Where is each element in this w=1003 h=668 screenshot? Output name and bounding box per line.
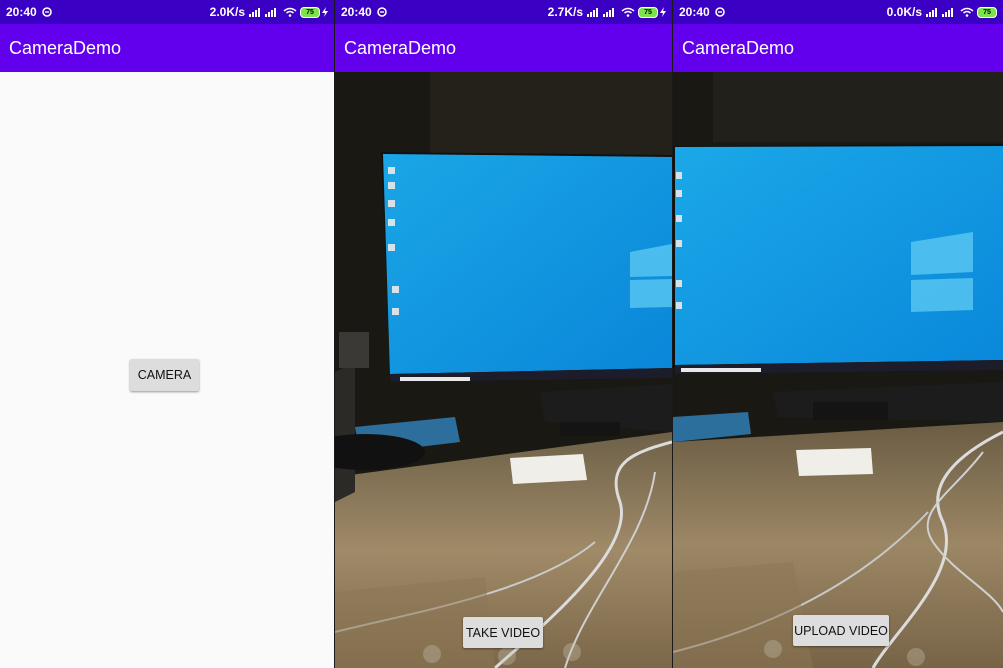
status-bar: 20:40 2.0K/s 75 <box>0 0 334 24</box>
app-bar: CameraDemo <box>0 24 334 72</box>
signal-icon <box>249 8 260 17</box>
status-bar: 20:40 0.0K/s 75 <box>673 0 1003 24</box>
app-bar: CameraDemo <box>673 24 1003 72</box>
camera-preview-image <box>673 72 1003 668</box>
status-time: 20:40 <box>341 5 372 19</box>
app-title: CameraDemo <box>9 37 122 58</box>
battery-indicator: 75 <box>300 6 320 18</box>
wifi-icon <box>960 7 974 17</box>
screen-main: 20:40 2.0K/s 75 CameraDemo CAMERA <box>0 0 334 668</box>
charging-bolt-icon <box>660 7 666 17</box>
signal-icon <box>603 8 614 17</box>
app-bar: CameraDemo <box>335 24 672 72</box>
wifi-icon <box>621 7 635 17</box>
screen-camera-preview: 20:40 2.7K/s 75 CameraDemo TAKE VIDEO <box>335 0 672 668</box>
camera-preview-image <box>335 72 672 668</box>
sync-icon <box>376 7 387 17</box>
main-content: CAMERA <box>0 72 334 668</box>
camera-preview: UPLOAD VIDEO <box>673 72 1003 668</box>
upload-video-button[interactable]: UPLOAD VIDEO <box>793 615 889 646</box>
signal-icon <box>926 8 937 17</box>
network-speed: 2.7K/s <box>547 5 583 19</box>
sync-icon <box>714 7 725 17</box>
battery-indicator: 75 <box>638 6 658 18</box>
camera-preview: TAKE VIDEO <box>335 72 672 668</box>
sync-icon <box>41 7 52 17</box>
charging-bolt-icon <box>322 7 328 17</box>
signal-icon <box>942 8 953 17</box>
signal-icon <box>265 8 276 17</box>
take-video-button[interactable]: TAKE VIDEO <box>463 617 543 648</box>
app-title: CameraDemo <box>682 37 795 58</box>
wifi-icon <box>283 7 297 17</box>
battery-indicator: 75 <box>977 6 997 18</box>
status-time: 20:40 <box>6 5 37 19</box>
signal-icon <box>587 8 598 17</box>
network-speed: 2.0K/s <box>209 5 245 19</box>
status-time: 20:40 <box>679 5 710 19</box>
screen-camera-preview-upload: 20:40 0.0K/s 75 CameraDemo UPLOAD VIDEO <box>673 0 1003 668</box>
camera-button[interactable]: CAMERA <box>130 359 199 391</box>
app-title: CameraDemo <box>344 37 457 58</box>
status-bar: 20:40 2.7K/s 75 <box>335 0 672 24</box>
network-speed: 0.0K/s <box>886 5 922 19</box>
